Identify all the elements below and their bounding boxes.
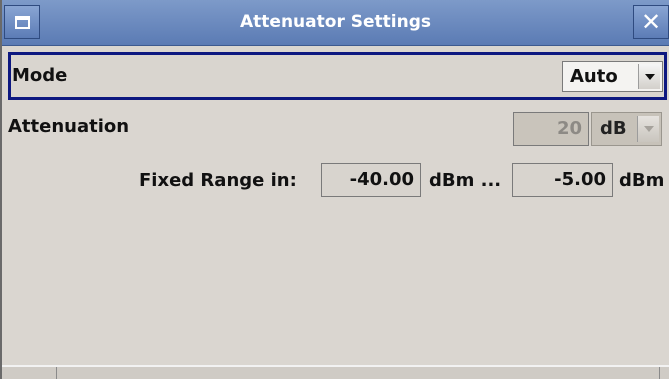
fixed-range-label: Fixed Range in: [139,170,297,191]
fixed-range-min-field[interactable]: -40.00 [321,163,421,197]
mode-select-value: Auto [570,66,618,87]
attenuation-unit-value: dB [600,118,627,139]
titlebar: Attenuator Settings ✕ [2,0,669,46]
bottom-divider-left [56,367,57,379]
window-title: Attenuator Settings [240,12,431,32]
close-icon: ✕ [640,8,662,36]
bottom-strip [2,365,669,379]
attenuation-value-field: 20 [513,112,589,146]
mode-select[interactable]: Auto [562,61,663,92]
window-menu-button[interactable] [4,5,40,39]
attenuation-unit-dropdown [637,116,659,142]
chevron-down-icon [645,74,655,80]
mode-dropdown-button[interactable] [638,64,660,89]
close-button[interactable]: ✕ [633,5,669,39]
bottom-divider-right [659,367,660,379]
fixed-range-max-unit: dBm [619,170,665,191]
chevron-down-icon [644,126,654,132]
mode-label: Mode [12,65,68,86]
window-menu-icon [15,16,30,29]
mode-row: Mode Auto [8,52,667,100]
attenuation-unit-select: dB [591,112,662,146]
fixed-range-min-unit: dBm ... [429,170,502,191]
attenuator-settings-window: Attenuator Settings ✕ Mode Auto Attenuat… [0,0,669,379]
fixed-range-max-field[interactable]: -5.00 [512,163,613,197]
attenuation-label: Attenuation [8,116,130,137]
